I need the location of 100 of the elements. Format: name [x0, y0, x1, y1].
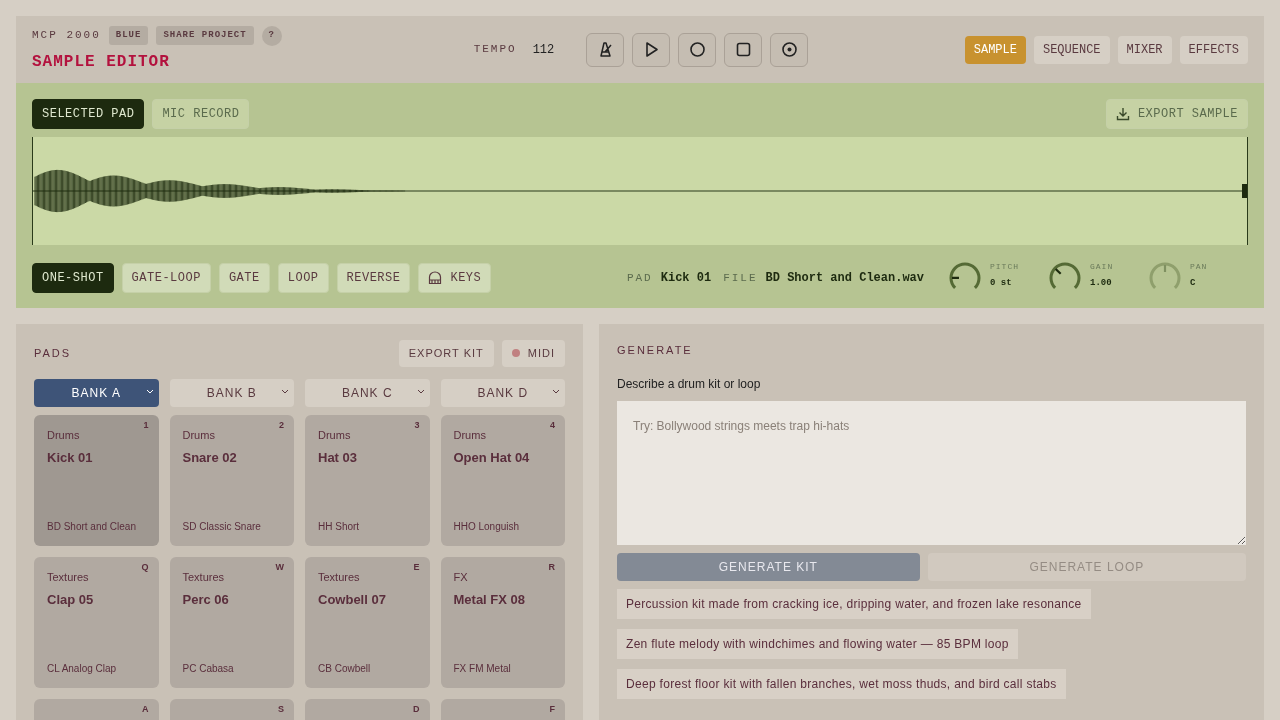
key-label: 4	[550, 420, 555, 431]
pad-file: FX FM Metal	[453, 661, 512, 676]
theme-badge[interactable]: BLUE	[108, 25, 149, 46]
pad-card[interactable]: W Textures Perc 06 PC Cabasa	[169, 556, 294, 688]
knob-value: 0 st	[990, 277, 1013, 290]
help-button[interactable]: ?	[261, 25, 282, 46]
pad-file: HH Short	[318, 519, 361, 534]
pad-category: FX	[453, 569, 468, 585]
key-label: S	[278, 704, 284, 715]
tab[interactable]: EFFECTS	[1179, 35, 1248, 64]
pad-file: BD Short and Clean	[47, 519, 137, 534]
suggestion-chip[interactable]: Zen flute melody with windchimes and flowing water — 85 BPM loop	[617, 628, 1018, 659]
prompt-field[interactable]: Try: Bollywood strings meets trap hi-hats	[617, 400, 1246, 545]
play-button[interactable]	[632, 32, 671, 67]
knob-pointer[interactable]	[952, 276, 959, 279]
knob-value: C	[1190, 277, 1197, 290]
panel-title: GENERATE	[617, 343, 694, 358]
bank-dropdown[interactable]: BANK D	[440, 378, 565, 407]
mode-button[interactable]: GATE	[218, 263, 270, 293]
pad-name: Metal FX 08	[453, 591, 527, 609]
circle-icon	[687, 40, 707, 59]
pad-card[interactable]: F	[440, 698, 565, 720]
pad-name: Cowbell 07	[318, 591, 387, 609]
pad-card[interactable]: D	[305, 698, 430, 720]
download-icon	[1115, 107, 1130, 121]
key-label: 2	[279, 420, 284, 431]
piano-icon	[428, 271, 443, 285]
suggestion-chip[interactable]: Deep forest floor kit with fallen branches, wet moss thuds, and bird call stabs	[617, 668, 1066, 699]
source-tab[interactable]: SELECTED PAD	[32, 99, 145, 129]
pad-card[interactable]: Q Textures Clap 05 CL Analog Clap	[34, 556, 159, 688]
knob-value: 1.00	[1090, 277, 1113, 290]
pad-card[interactable]: 3 Drums Hat 03 HH Short	[305, 414, 430, 546]
tempo-value[interactable]: 112	[532, 40, 555, 59]
midi-button[interactable]: MIDI	[501, 340, 565, 367]
file-name: BD Short and Clean.wav	[765, 270, 924, 287]
mode-button[interactable]: GATE-LOOP	[121, 263, 211, 293]
source-tab[interactable]: MIC RECORD	[152, 99, 250, 129]
pad-file: CB Cowbell	[318, 661, 372, 676]
key-label: 1	[143, 420, 149, 431]
pad-name: Open Hat 04	[453, 449, 531, 467]
key-label: R	[548, 562, 555, 573]
pad-file: HHO Longuish	[453, 519, 521, 534]
record-button[interactable]	[678, 32, 717, 67]
tempo-label: TEMPO	[473, 42, 517, 58]
knob-label: PITCH	[990, 261, 1019, 273]
tab[interactable]: SEQUENCE	[1033, 35, 1110, 64]
pad-name: Perc 06	[182, 591, 230, 609]
pad-card[interactable]: 2 Drums Snare 02 SD Classic Snare	[169, 414, 294, 546]
pad-category: Drums	[47, 427, 80, 443]
key-label: D	[413, 704, 420, 715]
page-title: SAMPLE EDITOR	[32, 51, 171, 73]
key-label: E	[413, 562, 420, 573]
pad-name: Snare 02	[182, 449, 238, 467]
export-sample-button[interactable]: EXPORT SAMPLE	[1105, 99, 1248, 129]
mode-button[interactable]: REVERSE	[336, 263, 411, 293]
target-button[interactable]	[770, 32, 809, 67]
key-label: Q	[141, 562, 149, 573]
stop-button[interactable]	[724, 32, 763, 67]
bank-dropdown[interactable]: BANK A	[34, 378, 159, 407]
pad-category: Textures	[182, 569, 225, 585]
pad-name: Hat 03	[318, 449, 359, 467]
pad-card[interactable]: 4 Drums Open Hat 04 HHO Longuish	[440, 414, 565, 546]
pad-card[interactable]: S	[169, 698, 294, 720]
pad-category: Drums	[182, 427, 215, 443]
suggestion-chip[interactable]: Percussion kit made from cracking ice, dripping water, and frozen lake resonance	[617, 588, 1091, 619]
pad-file: SD Classic Snare	[182, 519, 262, 534]
key-label: 3	[414, 420, 420, 431]
pad-card[interactable]: E Textures Cowbell 07 CB Cowbell	[305, 556, 430, 688]
tab[interactable]: MIXER	[1117, 35, 1172, 64]
caret-icon	[281, 388, 289, 395]
share-button[interactable]: SHARE PROJECT	[156, 25, 254, 46]
pad-category: Drums	[453, 427, 486, 443]
pad-card[interactable]: R FX Metal FX 08 FX FM Metal	[440, 556, 565, 688]
bank-dropdown[interactable]: BANK B	[169, 378, 294, 407]
pad-category: Textures	[47, 569, 89, 585]
target-icon	[779, 40, 799, 59]
pad-category: Drums	[318, 427, 351, 443]
knob-label: GAIN	[1090, 261, 1114, 273]
metronome-button[interactable]	[586, 32, 625, 67]
file-label: FILE	[723, 271, 758, 286]
mode-button[interactable]: KEYS	[418, 263, 492, 293]
caret-icon	[552, 388, 560, 395]
pad-category: Textures	[318, 569, 360, 585]
pad-label: PAD	[626, 271, 653, 286]
export-kit-button[interactable]: EXPORT KIT	[398, 340, 494, 367]
pad-file: PC Cabasa	[182, 661, 235, 676]
key-label: F	[549, 704, 555, 715]
bank-dropdown[interactable]: BANK C	[305, 378, 430, 407]
knob-pointer[interactable]	[1054, 268, 1062, 275]
pad-name: Clap 05	[47, 591, 95, 609]
mode-button[interactable]: LOOP	[277, 263, 329, 293]
app-name: MCP 2000	[32, 28, 101, 44]
pad-file: CL Analog Clap	[47, 661, 118, 676]
pad-card[interactable]: 1 Drums Kick 01 BD Short and Clean	[34, 414, 159, 546]
pad-card[interactable]: A	[34, 698, 159, 720]
caret-icon	[145, 388, 154, 395]
mode-button[interactable]: ONE-SHOT	[32, 263, 114, 293]
key-label: A	[142, 704, 149, 715]
caret-icon	[416, 388, 425, 395]
key-label: W	[275, 562, 284, 573]
